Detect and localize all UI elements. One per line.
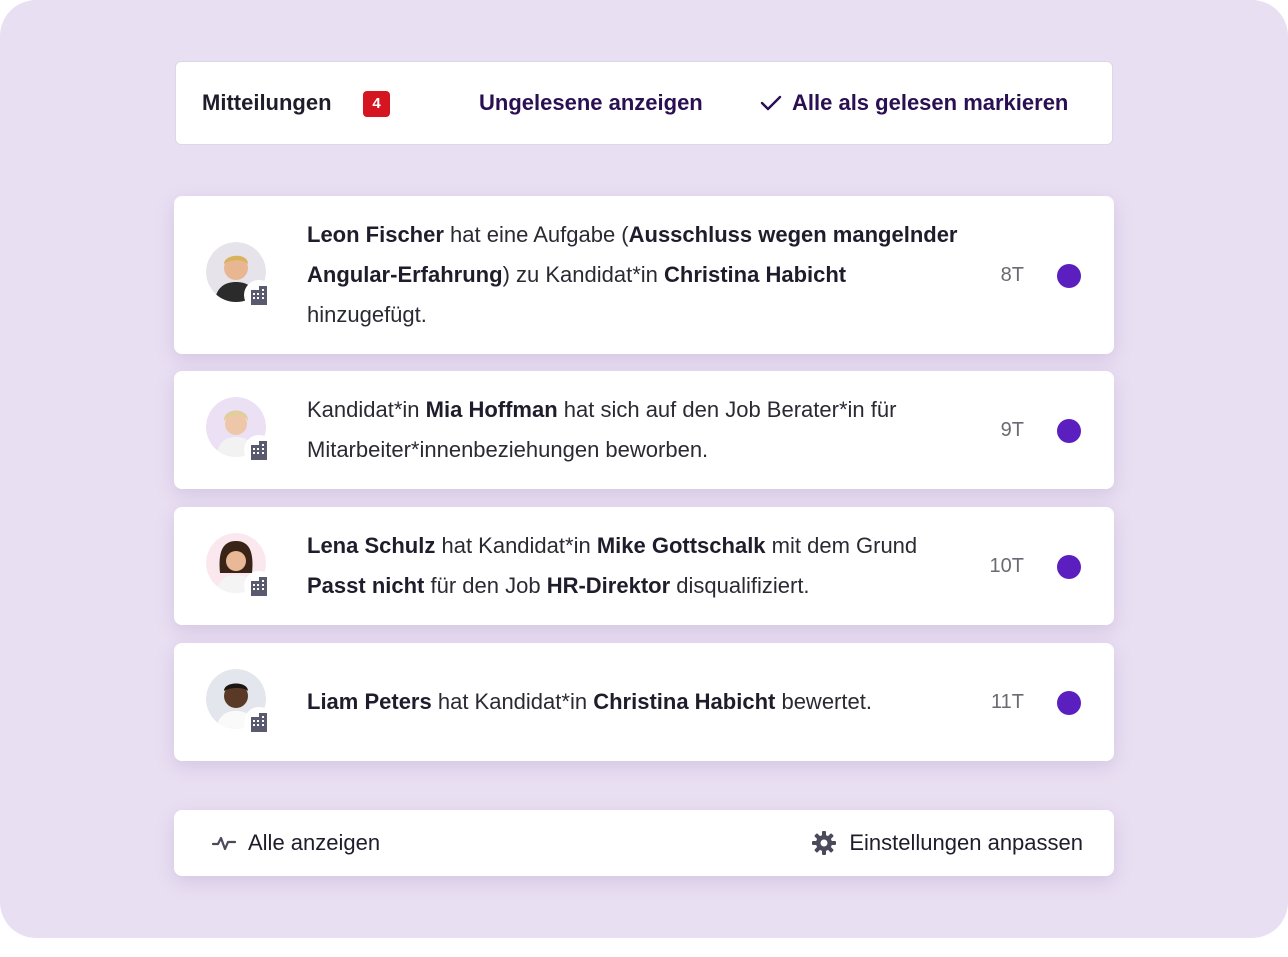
building-icon: [244, 435, 274, 465]
emphasized-text: Christina Habicht: [593, 689, 776, 714]
notification-text: Liam Peters hat Kandidat*in Christina Ha…: [307, 689, 872, 714]
notification-time: 10T: [989, 555, 1024, 577]
settings-button[interactable]: Einstellungen anpassen: [811, 830, 1083, 856]
avatar: [206, 669, 274, 737]
settings-label: Einstellungen anpassen: [849, 830, 1083, 855]
unread-count-badge: 4: [363, 91, 390, 117]
notifications-header: Mitteilungen 4 Ungelesene anzeigen Alle …: [175, 61, 1113, 145]
notification-text: Lena Schulz hat Kandidat*in Mike Gottsch…: [307, 533, 918, 598]
emphasized-text: Liam Peters: [307, 689, 432, 714]
avatar: [206, 397, 274, 465]
mark-all-read-label: Alle als gelesen markieren: [792, 90, 1069, 115]
notifications-footer: Alle anzeigen Einstellungen anpassen: [174, 810, 1114, 876]
building-icon: [244, 707, 274, 737]
mark-all-read-button[interactable]: Alle als gelesen markieren: [760, 90, 1068, 116]
checkmark-icon: [760, 95, 782, 111]
emphasized-text: Lena Schulz: [307, 533, 436, 558]
notification-item[interactable]: Lena Schulz hat Kandidat*in Mike Gottsch…: [174, 507, 1114, 625]
notification-panel-backdrop: Mitteilungen 4 Ungelesene anzeigen Alle …: [0, 0, 1288, 938]
emphasized-text: HR-Direktor: [546, 573, 671, 598]
building-icon: [244, 280, 274, 310]
unread-indicator[interactable]: [1057, 264, 1081, 288]
page-title: Mitteilungen: [202, 90, 332, 115]
emphasized-text: Mia Hoffman: [425, 397, 558, 422]
notification-item[interactable]: Kandidat*in Mia Hoffman hat sich auf den…: [174, 371, 1114, 489]
show-all-button[interactable]: Alle anzeigen: [212, 830, 380, 856]
notification-text: Kandidat*in Mia Hoffman hat sich auf den…: [307, 397, 897, 462]
show-all-label: Alle anzeigen: [248, 830, 381, 855]
building-icon: [244, 571, 274, 601]
show-unread-link[interactable]: Ungelesene anzeigen: [479, 90, 703, 116]
emphasized-text: Leon Fischer: [307, 222, 444, 247]
unread-indicator[interactable]: [1057, 419, 1081, 443]
notification-item[interactable]: Liam Peters hat Kandidat*in Christina Ha…: [174, 643, 1114, 761]
avatar: [206, 533, 274, 601]
notification-item[interactable]: Leon Fischer hat eine Aufgabe (Ausschlus…: [174, 196, 1114, 354]
notification-time: 9T: [1000, 419, 1024, 441]
emphasized-text: Mike Gottschalk: [596, 533, 766, 558]
emphasized-text: Passt nicht: [307, 573, 425, 598]
notification-time: 8T: [1000, 264, 1024, 286]
gear-icon: [812, 831, 837, 855]
activity-icon: [212, 836, 236, 851]
unread-indicator[interactable]: [1057, 691, 1081, 715]
unread-indicator[interactable]: [1057, 555, 1081, 579]
avatar: [206, 242, 274, 310]
notification-time: 11T: [991, 691, 1024, 713]
notification-text: Leon Fischer hat eine Aufgabe (Ausschlus…: [307, 222, 958, 327]
emphasized-text: Christina Habicht: [664, 262, 847, 287]
